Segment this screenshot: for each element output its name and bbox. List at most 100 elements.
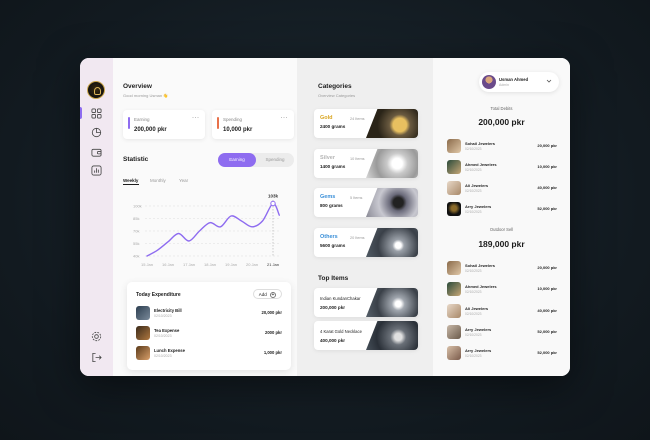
outdoor-row[interactable]: Ali Jewelers 02/10/2023 40,000 pkr: [447, 304, 557, 318]
expense-row[interactable]: Lunch Expense 02/10/2023 1,000 pkr: [136, 346, 282, 360]
user-profile-menu[interactable]: Usman Ahmed Admin: [479, 72, 559, 92]
avatar: [482, 75, 496, 89]
outdoor-name: Arry Jewelers: [465, 348, 492, 353]
greeting-text: Good morning Usman 👋: [123, 93, 169, 98]
outdoor-amount: 52,000 pkr: [537, 350, 557, 355]
expense-amount: 2000 pkr: [265, 330, 282, 335]
spending-accent: [217, 117, 219, 129]
category-grams: 800 grams: [320, 203, 343, 208]
x-tick-label: 20 Jan: [246, 262, 258, 267]
jeweler-avatar: [447, 181, 461, 195]
debit-date: 02/10/2023: [465, 210, 482, 214]
outdoor-row[interactable]: Arry Jewelers 02/10/2023 52,000 pkr: [447, 325, 557, 339]
plus-icon: +: [270, 291, 276, 298]
y-tick-label: 100k: [133, 204, 142, 209]
peak-label: 103k: [268, 194, 279, 199]
outdoor-date: 02/10/2023: [465, 312, 482, 316]
jeweler-avatar: [447, 304, 461, 318]
gold-ring-image: [366, 109, 418, 138]
outdoor-name: Ahmed Jewelers: [465, 284, 497, 289]
period-year[interactable]: Year: [179, 178, 188, 183]
x-tick-label: 21 Jan: [267, 262, 279, 267]
debit-row[interactable]: Ali Jewelers 02/10/2023 40,000 pkr: [447, 181, 557, 195]
expenditure-title: Today Expenditure: [136, 292, 181, 298]
grid-icon[interactable]: [91, 108, 102, 119]
debit-date: 02/10/2023: [465, 147, 482, 151]
outdoor-amount: 52,000 pkr: [537, 329, 557, 334]
category-name: Gold: [320, 115, 333, 121]
outdoor-date: 02/10/2023: [465, 333, 482, 337]
outdoor-row[interactable]: Arry Jewelers 02/10/2023 52,000 pkr: [447, 346, 557, 360]
settings-icon[interactable]: [91, 331, 102, 342]
wallet-icon[interactable]: [91, 147, 102, 158]
expense-date: 02/10/2023: [154, 314, 172, 318]
category-card-silver[interactable]: Silver 10 Items 1400 grams: [314, 149, 418, 178]
expense-amount: 1,000 pkr: [263, 350, 282, 355]
categories-subtitle: Overview Categories: [318, 93, 356, 98]
expense-name: Tea Expense: [154, 328, 180, 333]
logout-icon[interactable]: [91, 352, 102, 363]
more-icon[interactable]: ···: [281, 115, 289, 121]
outdoor-name: Ali Jewelers: [465, 306, 489, 311]
debit-row[interactable]: Sohail Jewelers 02/10/2023 20,000 pkr: [447, 139, 557, 153]
earning-spending-toggle: Earning Spending: [218, 153, 294, 167]
total-debits-value: 200,000 pkr: [478, 117, 525, 127]
debit-name: Sohail Jewelers: [465, 141, 496, 146]
peak-point: [270, 200, 276, 207]
expense-name: Electricity Bill: [154, 308, 182, 313]
x-tick-label: 19 Jan: [225, 262, 237, 267]
expense-name: Lunch Expense: [154, 348, 185, 353]
overview-title: Overview: [123, 83, 152, 90]
top-item-card[interactable]: Indian KundanChakar 200,000 pkr: [314, 288, 418, 317]
debit-name: Ahmed Jewelers: [465, 162, 497, 167]
top-item-price: 200,000 pkr: [320, 305, 346, 310]
lunch-thumb: [136, 346, 150, 360]
outdoor-row[interactable]: Ahmed Jewelers 02/10/2023 10,000 pkr: [447, 282, 557, 296]
y-tick-label: 40k: [133, 254, 139, 259]
top-item-card[interactable]: 4 Karat Gold Necklace 400,000 pkr: [314, 321, 418, 350]
main-panel: Overview Good morning Usman 👋 Earning 20…: [113, 58, 297, 376]
report-icon[interactable]: [91, 165, 102, 176]
period-monthly[interactable]: Monthly: [150, 178, 166, 183]
expense-amount: 20,000 pkr: [261, 310, 283, 315]
category-grams: 2400 grams: [320, 124, 346, 129]
spending-card[interactable]: Spending 10,000 pkr ···: [212, 110, 294, 139]
categories-panel: Categories Overview Categories Gold 24 I…: [297, 58, 433, 376]
expense-row[interactable]: Electricity Bill 02/10/2023 20,000 pkr: [136, 306, 282, 320]
jeweler-avatar: [447, 261, 461, 275]
outdoor-name: Sohail Jewelers: [465, 263, 496, 268]
debit-row[interactable]: Ahmed Jewelers 02/10/2023 10,000 pkr: [447, 160, 557, 174]
period-weekly[interactable]: Weekly: [123, 178, 138, 183]
add-expense-button[interactable]: Add +: [252, 289, 282, 299]
outdoor-date: 02/10/2023: [465, 354, 482, 358]
top-item-image: [366, 288, 418, 317]
debit-row[interactable]: Arry Jewelers 02/10/2023 52,000 pkr: [447, 202, 557, 216]
toggle-spending[interactable]: Spending: [256, 153, 294, 167]
earning-label: Earning: [134, 117, 150, 122]
earning-value: 200,000 pkr: [134, 127, 167, 133]
y-tick-label: 70k: [133, 229, 139, 234]
debit-amount: 52,000 pkr: [537, 206, 557, 211]
outdoor-row[interactable]: Sohail Jewelers 02/10/2023 20,000 pkr: [447, 261, 557, 275]
jeweler-avatar: [447, 282, 461, 296]
category-name: Gems: [320, 194, 336, 200]
chevron-down-icon[interactable]: [545, 77, 553, 85]
category-card-gold[interactable]: Gold 24 Items 2400 grams: [314, 109, 418, 138]
today-expenditure-card: Today Expenditure Add + Electricity Bill…: [127, 282, 291, 370]
user-name: Usman Ahmed: [499, 77, 529, 82]
x-tick-label: 17 Jan: [183, 262, 195, 267]
expense-row[interactable]: Tea Expense 02/10/2023 2000 pkr: [136, 326, 282, 340]
necklace-image: [366, 228, 418, 257]
nav-active-indicator: [80, 107, 82, 119]
chart-icon[interactable]: [91, 127, 102, 138]
expense-date: 02/10/2023: [154, 334, 172, 338]
toggle-earning[interactable]: Earning: [218, 153, 256, 167]
more-icon[interactable]: ···: [192, 115, 200, 121]
outdoor-date: 02/10/2023: [465, 290, 482, 294]
debit-amount: 40,000 pkr: [537, 185, 557, 190]
debit-date: 02/10/2023: [465, 168, 482, 172]
category-card-others[interactable]: Others 20 Items 5600 grams: [314, 228, 418, 257]
jeweler-avatar: [447, 202, 461, 216]
debit-name: Ali Jewelers: [465, 183, 489, 188]
category-card-gems[interactable]: Gems 5 Items 800 grams: [314, 188, 418, 217]
